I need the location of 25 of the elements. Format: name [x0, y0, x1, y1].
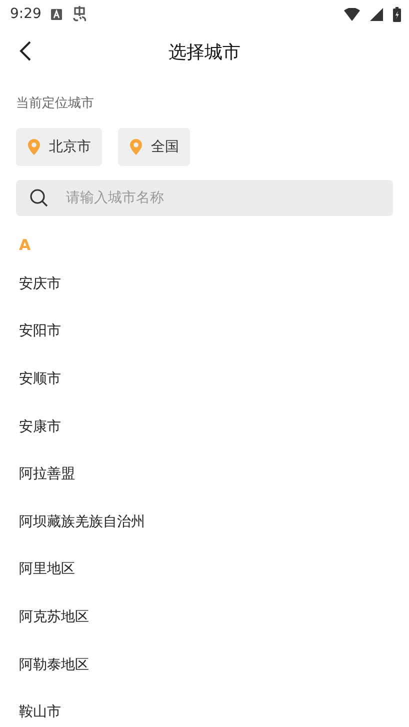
- section-label: 当前定位城市: [16, 95, 95, 112]
- location-chip[interactable]: 全国: [118, 128, 190, 166]
- city-item[interactable]: 鞍山市: [0, 688, 409, 727]
- city-item[interactable]: 阿克苏地区: [0, 593, 409, 641]
- location-pin-icon: [130, 139, 142, 155]
- search-field[interactable]: 请输入城市名称: [64, 189, 379, 207]
- signal-icon: [370, 8, 383, 20]
- search-field[interactable]: 请输入城市名称: [16, 180, 393, 216]
- city-item[interactable]: 安庆市: [0, 260, 409, 308]
- notification-icon: [51, 8, 62, 20]
- search-icon: [30, 189, 48, 207]
- status-time: 9:29: [10, 6, 42, 22]
- battery-icon: [393, 6, 401, 22]
- location-chip[interactable]: 北京市: [16, 128, 102, 166]
- city-item[interactable]: 安康市: [0, 402, 409, 450]
- city-item[interactable]: 阿坝藏族羌族自治州: [0, 498, 409, 546]
- city-item[interactable]: 阿拉善盟: [0, 450, 409, 498]
- index-letter: A: [19, 236, 32, 254]
- wifi-icon: [344, 8, 360, 20]
- city-item[interactable]: 阿勒泰地区: [0, 640, 409, 688]
- location-pin-icon: [28, 139, 40, 155]
- page-title: 选择城市: [168, 41, 240, 64]
- city-item[interactable]: 安阳市: [0, 308, 409, 356]
- city-item[interactable]: 安顺市: [0, 355, 409, 403]
- city-item[interactable]: 阿里地区: [0, 546, 409, 594]
